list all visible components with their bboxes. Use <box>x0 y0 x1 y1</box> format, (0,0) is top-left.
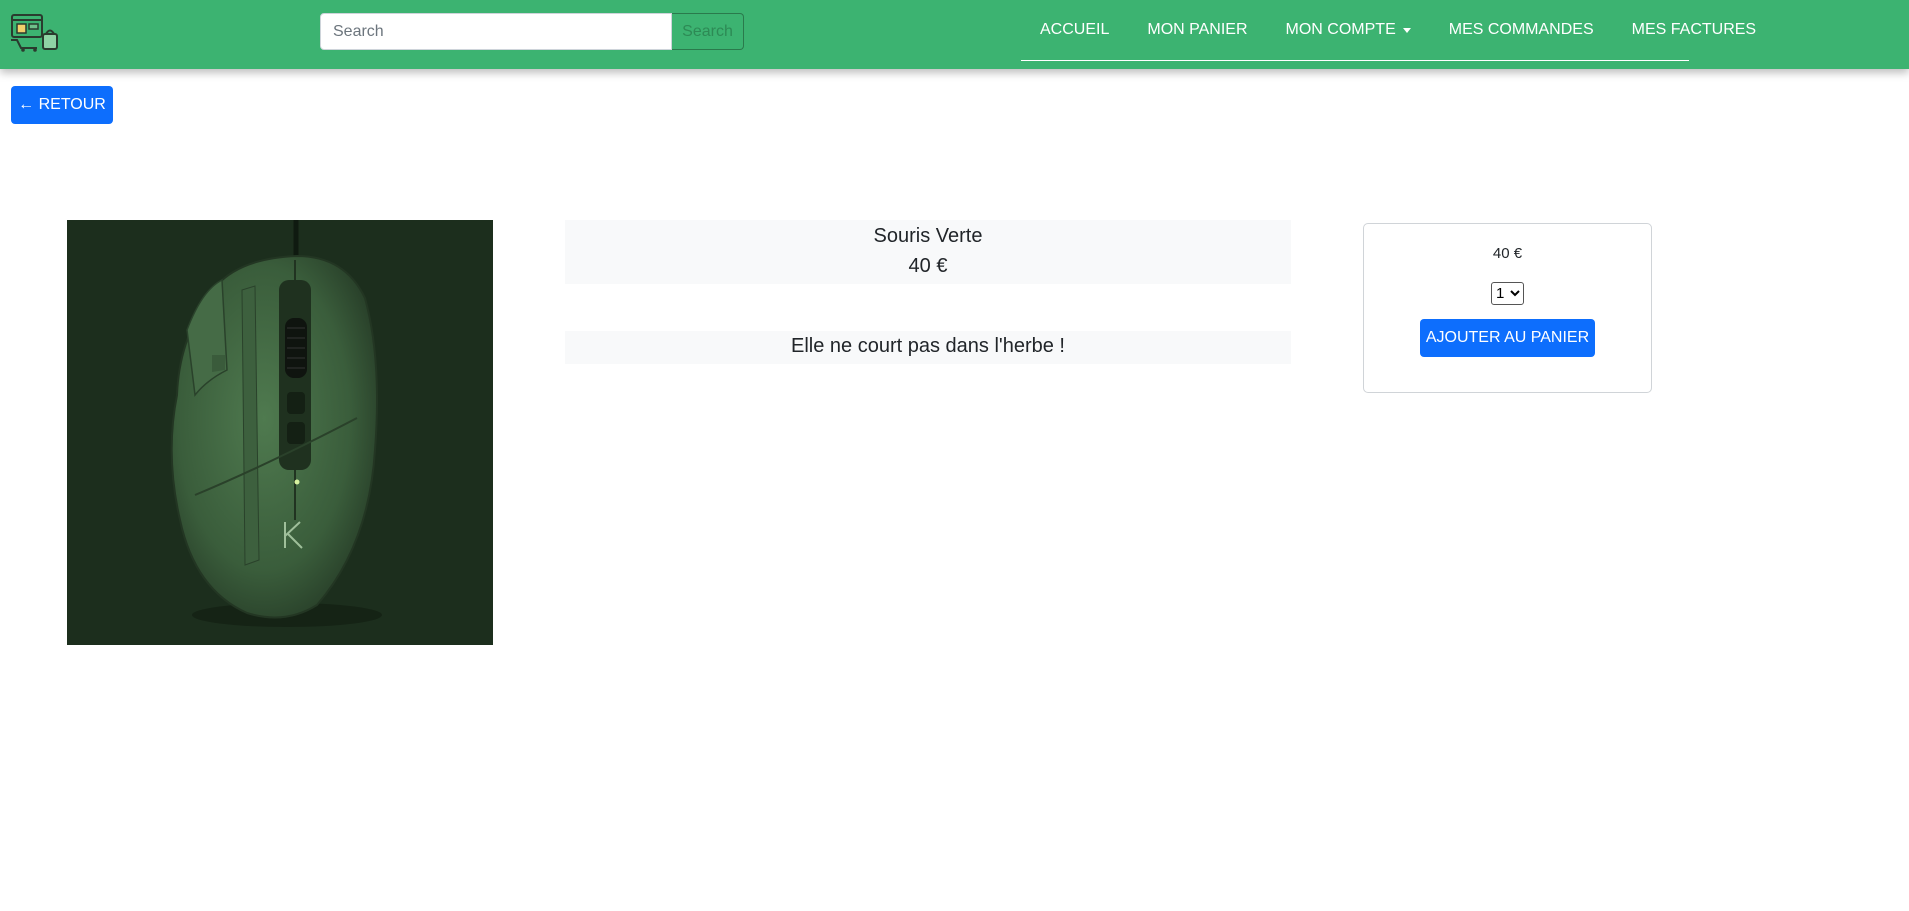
main-nav: ACCUEIL MON PANIER MON COMPTE MES COMMAN… <box>1021 0 1756 61</box>
nav-mes-factures[interactable]: MES FACTURES <box>1632 21 1756 39</box>
product-info: Souris Verte 40 € <box>565 220 1291 284</box>
nav-mon-panier[interactable]: MON PANIER <box>1147 21 1247 39</box>
shop-logo-icon[interactable] <box>9 12 61 52</box>
nav-mes-commandes[interactable]: MES COMMANDES <box>1449 21 1594 39</box>
nav-accueil-label: ACCUEIL <box>1040 21 1110 38</box>
search-button[interactable]: Search <box>672 13 744 50</box>
product-name: Souris Verte <box>873 225 983 247</box>
product-description: Elle ne court pas dans l'herbe ! <box>565 331 1291 364</box>
nav-mon-panier-label: MON PANIER <box>1147 21 1248 38</box>
nav-mes-factures-label: MES FACTURES <box>1631 21 1757 38</box>
green-gaming-mouse-icon <box>170 220 382 627</box>
nav-mon-compte-label: MON COMPTE <box>1285 21 1396 38</box>
back-button[interactable]: ← RETOUR <box>11 86 113 124</box>
add-to-cart-button[interactable]: AJOUTER AU PANIER <box>1420 319 1595 357</box>
nav-mes-commandes-label: MES COMMANDES <box>1448 21 1594 38</box>
search-form: Search <box>320 13 744 51</box>
caret-down-icon <box>1402 27 1411 33</box>
top-navbar: Search ACCUEIL MON PANIER MON COMPTE MES… <box>0 0 1909 69</box>
quantity-select[interactable]: 1 <box>1491 282 1524 305</box>
product-price: 40 € <box>908 255 948 277</box>
nav-accueil[interactable]: ACCUEIL <box>1040 21 1109 39</box>
product-image <box>67 220 493 645</box>
search-input[interactable] <box>320 13 672 50</box>
buy-card: 40 € 1 AJOUTER AU PANIER <box>1363 223 1652 393</box>
nav-mon-compte-dropdown[interactable]: MON COMPTE <box>1286 21 1411 39</box>
card-price: 40 € <box>1492 245 1523 262</box>
